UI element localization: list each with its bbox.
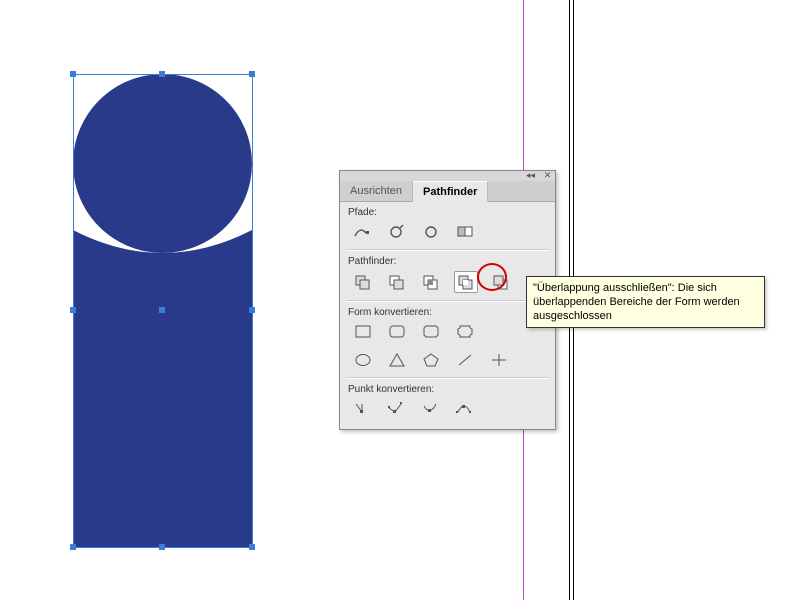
- panel-tabs: Ausrichten Pathfinder: [340, 181, 555, 202]
- shape-rect[interactable]: [352, 322, 374, 342]
- shape-rounded-rect[interactable]: [386, 322, 408, 342]
- open-path[interactable]: [386, 222, 408, 242]
- pathfinder-panel[interactable]: ◂◂ ✕ Ausrichten Pathfinder Pfade: Pathfi…: [339, 170, 556, 430]
- shape-orthogonal-line[interactable]: [488, 350, 510, 370]
- selection-handle[interactable]: [249, 71, 255, 77]
- tooltip: "Überlappung ausschließen": Die sich übe…: [526, 276, 765, 328]
- pathfinder-minus-back[interactable]: [490, 272, 512, 292]
- reverse-path[interactable]: [454, 222, 476, 242]
- pathfinder-intersect[interactable]: [420, 272, 442, 292]
- section-label-convert-point: Punkt konvertieren:: [340, 379, 555, 397]
- join-path[interactable]: [352, 222, 374, 242]
- point-plain[interactable]: [352, 399, 374, 419]
- shape-beveled-rect[interactable]: [420, 322, 442, 342]
- pathfinder-subtract[interactable]: [386, 272, 408, 292]
- selection-handle[interactable]: [70, 71, 76, 77]
- panel-titlebar[interactable]: ◂◂ ✕: [340, 171, 555, 181]
- tab-pathfinder[interactable]: Pathfinder: [413, 181, 488, 202]
- point-smooth[interactable]: [420, 399, 442, 419]
- shape-polygon[interactable]: [420, 350, 442, 370]
- selection-handle[interactable]: [70, 307, 76, 313]
- shape-triangle[interactable]: [386, 350, 408, 370]
- selection-handle[interactable]: [159, 544, 165, 550]
- selection-handle[interactable]: [249, 307, 255, 313]
- selection-handle[interactable]: [159, 307, 165, 313]
- tab-align[interactable]: Ausrichten: [340, 181, 413, 201]
- point-row: [340, 397, 555, 429]
- shape-ellipse[interactable]: [352, 350, 374, 370]
- pathfinder-add[interactable]: [352, 272, 374, 292]
- shape-line[interactable]: [454, 350, 476, 370]
- shape-inverse-rounded[interactable]: [454, 322, 476, 342]
- section-label-pathfinder: Pathfinder:: [340, 251, 555, 269]
- panel-close-icon[interactable]: ✕: [542, 170, 553, 180]
- pathfinder-exclude-overlap[interactable]: [454, 271, 478, 293]
- selection-handle[interactable]: [70, 544, 76, 550]
- pathfinder-row: [340, 269, 555, 299]
- selection-handle[interactable]: [249, 544, 255, 550]
- shape-row-1: [340, 320, 555, 348]
- panel-menu-icon[interactable]: ◂◂: [525, 170, 536, 180]
- point-symmetric[interactable]: [454, 399, 476, 419]
- section-label-convert-shape: Form konvertieren:: [340, 302, 555, 320]
- selection-handle[interactable]: [159, 71, 165, 77]
- close-path[interactable]: [420, 222, 442, 242]
- point-corner[interactable]: [386, 399, 408, 419]
- shape-row-2: [340, 348, 555, 376]
- selected-rectangle[interactable]: [73, 230, 252, 547]
- paths-row: [340, 220, 555, 248]
- selected-ellipse[interactable]: [73, 74, 252, 253]
- section-label-paths: Pfade:: [340, 202, 555, 220]
